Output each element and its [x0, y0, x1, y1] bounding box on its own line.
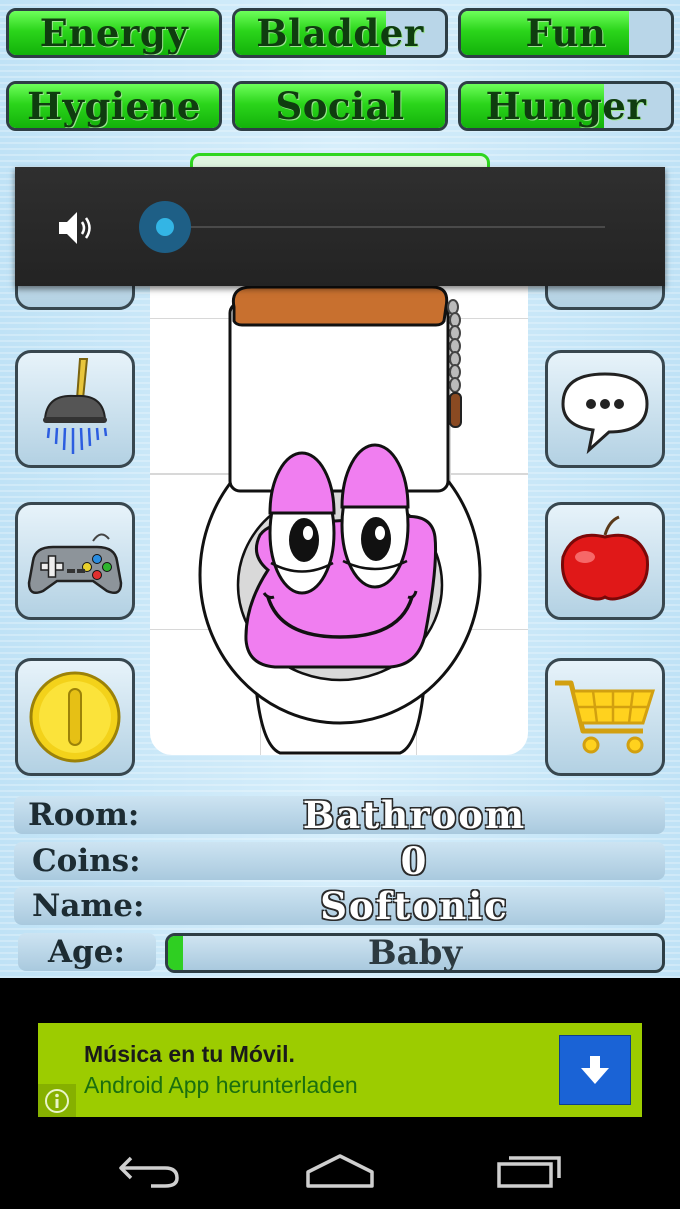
flush-handle — [449, 392, 462, 428]
gamepad-icon — [27, 533, 123, 594]
shower-icon — [43, 358, 108, 454]
speaker-icon — [59, 212, 91, 244]
recent-apps-button[interactable] — [485, 1140, 575, 1200]
room-label: Room: — [28, 797, 140, 833]
ad-title: Música en tu Móvil. — [84, 1041, 295, 1067]
stat-bladder-label: Bladder — [256, 11, 424, 55]
toilet-lid — [231, 285, 449, 327]
ad-download-button[interactable] — [559, 1035, 631, 1105]
ad-banner[interactable]: Música en tu Móvil. Android App herunter… — [38, 1023, 642, 1117]
room-row: Room: Bathroom — [14, 796, 665, 834]
toilet-tank — [228, 301, 450, 493]
toilet-character[interactable] — [150, 285, 528, 755]
info-icon — [45, 1088, 69, 1113]
food-button[interactable] — [545, 502, 665, 620]
shower-button[interactable] — [15, 350, 135, 468]
ad-subtitle: Android App herunterladen — [84, 1072, 358, 1098]
shopping-cart-icon — [555, 680, 656, 754]
stat-energy-label: Energy — [39, 11, 189, 55]
character-eye-right — [340, 443, 410, 589]
coins-row: Coins: 0 — [14, 842, 665, 880]
coin-icon — [29, 671, 121, 763]
stat-social[interactable]: Social — [232, 81, 448, 131]
volume-slider-knob[interactable] — [139, 201, 191, 253]
stat-energy[interactable]: Energy — [6, 8, 222, 58]
flush-chain — [447, 299, 461, 393]
play-button[interactable] — [15, 502, 135, 620]
speech-bubble-icon — [561, 372, 649, 454]
character-eye-left — [268, 451, 336, 595]
home-icon — [306, 1154, 374, 1188]
stat-bladder[interactable]: Bladder — [232, 8, 448, 58]
back-arrow-icon — [119, 1156, 179, 1188]
coins-value: 0 — [400, 839, 429, 883]
name-label: Name: — [32, 888, 145, 924]
volume-slider-track[interactable] — [165, 226, 605, 228]
talk-button[interactable] — [545, 350, 665, 468]
name-value: Softonic — [320, 884, 509, 928]
age-row: Age: — [18, 933, 156, 971]
ad-info-button[interactable] — [38, 1084, 76, 1117]
coins-button[interactable] — [15, 658, 135, 776]
shop-button[interactable] — [545, 658, 665, 776]
age-label: Age: — [48, 934, 125, 970]
volume-overlay — [15, 167, 665, 286]
recent-apps-icon — [497, 1156, 561, 1188]
stat-hygiene[interactable]: Hygiene — [6, 81, 222, 131]
coins-label: Coins: — [32, 843, 141, 879]
download-arrow-icon — [581, 1056, 609, 1084]
stat-hunger[interactable]: Hunger — [458, 81, 674, 131]
stat-social-label: Social — [275, 84, 405, 128]
age-value: Baby — [367, 933, 463, 973]
home-button[interactable] — [295, 1140, 385, 1200]
age-progress-bar: Baby — [165, 933, 665, 973]
room-value: Bathroom — [302, 793, 527, 837]
system-nav-bar — [0, 1130, 680, 1209]
stat-fun[interactable]: Fun — [458, 8, 674, 58]
apple-icon — [561, 515, 649, 601]
stat-hunger-label: Hunger — [485, 84, 647, 128]
name-row: Name: Softonic — [14, 887, 665, 925]
stat-fun-label: Fun — [525, 11, 607, 55]
game-screen: Energy Bladder Fun Hygiene Social Hunger — [0, 0, 680, 978]
back-button[interactable] — [105, 1140, 195, 1200]
stat-hygiene-label: Hygiene — [27, 84, 201, 128]
bathroom-stage — [150, 285, 528, 755]
